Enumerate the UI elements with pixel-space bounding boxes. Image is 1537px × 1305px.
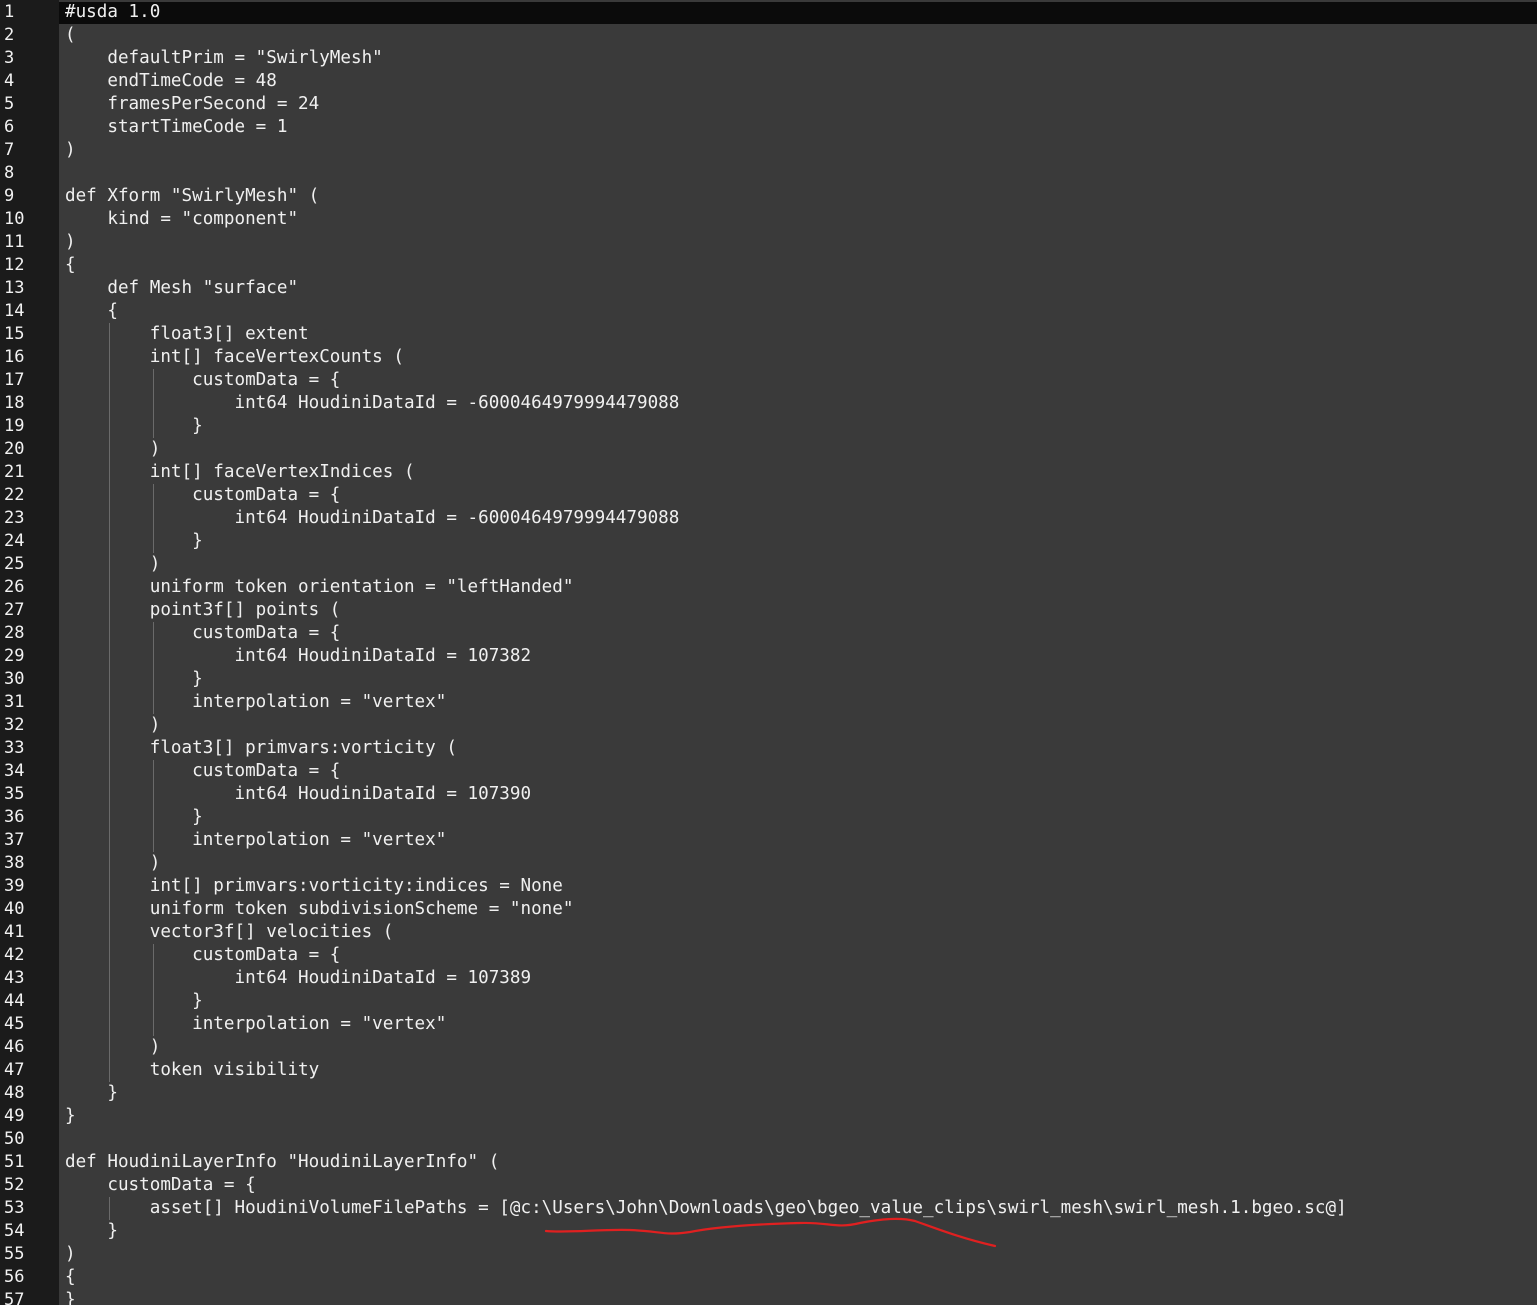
underline-stroke	[544, 1217, 997, 1248]
red-underline-annotation	[544, 1217, 997, 1248]
code-editor[interactable]: 1 #usda 1.0 2(3 defaultPrim = "SwirlyMesh"…	[0, 0, 1537, 1305]
